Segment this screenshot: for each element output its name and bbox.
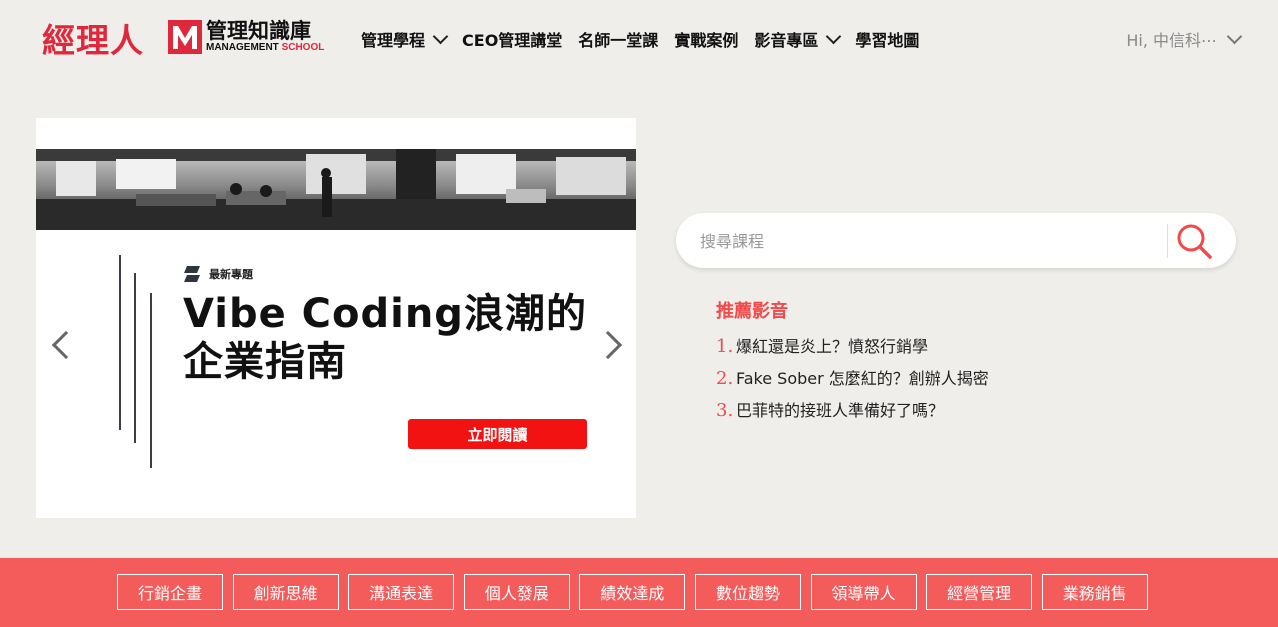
carousel-prev-icon[interactable]	[51, 330, 81, 360]
category-performance[interactable]: 績效達成	[579, 574, 686, 610]
category-leadership[interactable]: 領導帶人	[810, 574, 917, 610]
chevron-down-icon	[432, 28, 449, 44]
nav-item-learning-map[interactable]: 學習地圖	[855, 27, 919, 51]
course-search	[676, 213, 1236, 268]
banner-headline: Vibe Coding浪潮的企業指南	[183, 291, 587, 385]
feature-icon	[184, 266, 200, 282]
logo-en-text: MANAGEMENT SCHOOL	[206, 42, 325, 53]
main-nav: 管理學程 CEO管理講堂 名師一堂課 實戰案例 影音專區 學習地圖	[361, 27, 935, 51]
recommended-videos: 推薦影音 1. 爆紅還是炎上？憤怒行銷學 2. Fake Sober 怎麼紅的？創辦…	[716, 297, 989, 429]
category-communication[interactable]: 溝通表達	[348, 574, 455, 610]
nav-item-video-zone[interactable]: 影音專區	[754, 27, 842, 51]
chevron-down-icon	[826, 28, 842, 44]
category-digital-trends[interactable]: 數位趨勢	[694, 574, 801, 610]
category-marketing[interactable]: 行銷企畫	[117, 574, 223, 610]
chevron-down-icon	[1226, 28, 1243, 44]
banner-tag: 最新專題	[183, 265, 253, 283]
recommended-list: 1. 爆紅還是炎上？憤怒行銷學 2. Fake Sober 怎麼紅的？創辦人揭密 3…	[716, 333, 989, 429]
read-now-button[interactable]: 立即閱讀	[408, 419, 587, 449]
management-school-logo[interactable]: 管理知識庫 MANAGEMENT SCHOOL	[168, 20, 324, 54]
recommended-title: 推薦影音	[716, 301, 788, 322]
hero-banner[interactable]: 最新專題 Vibe Coding浪潮的企業指南 立即閱讀	[36, 118, 636, 518]
category-business-management[interactable]: 經營管理	[926, 574, 1033, 610]
nav-item-master-class[interactable]: 名師一堂課	[578, 27, 658, 51]
site-header: 經理人 管理知識庫 MANAGEMENT SCHOOL 管理學程 CEO管理講堂…	[0, 0, 1278, 78]
list-item[interactable]: 1. 爆紅還是炎上？憤怒行銷學	[716, 333, 989, 365]
category-sales[interactable]: 業務銷售	[1041, 574, 1148, 610]
search-input[interactable]	[700, 225, 1160, 257]
category-personal-growth[interactable]: 個人發展	[463, 574, 570, 610]
logo-cn-text: 管理知識庫	[206, 19, 311, 43]
category-bar: 行銷企畫 創新思維 溝通表達 個人發展 績效達成 數位趨勢 領導帶人 經營管理 …	[0, 558, 1278, 627]
list-item[interactable]: 3. 巴菲特的接班人準備好了嗎？	[716, 397, 989, 429]
nav-item-management-program[interactable]: 管理學程	[361, 27, 449, 51]
brand-logo[interactable]: 經理人	[42, 14, 144, 62]
search-icon[interactable]	[1174, 221, 1214, 261]
list-item[interactable]: 2. Fake Sober 怎麼紅的？創辦人揭密	[716, 365, 989, 397]
user-menu[interactable]: Hi, 中信科⋯	[1126, 27, 1243, 51]
nav-item-case-studies[interactable]: 實戰案例	[674, 27, 738, 51]
nav-item-ceo-lecture[interactable]: CEO管理講堂	[462, 27, 562, 51]
office-photo	[36, 149, 636, 230]
m-logo-icon	[168, 20, 202, 54]
search-divider	[1167, 224, 1168, 258]
category-innovation[interactable]: 創新思維	[232, 574, 339, 610]
